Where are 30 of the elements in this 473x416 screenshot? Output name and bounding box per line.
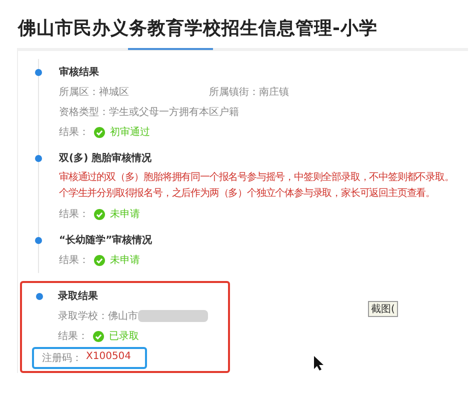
timeline-dot-icon — [35, 69, 42, 76]
result-label: 结果： — [59, 254, 89, 267]
field-text: 所属镇街：南庄镇 — [209, 86, 290, 99]
tooltip: 截图( — [368, 301, 398, 317]
check-icon — [93, 330, 104, 342]
result-label: 结果： — [58, 330, 88, 343]
result-status: 未申请 — [110, 254, 140, 267]
timeline-dot-icon — [35, 237, 42, 244]
check-icon — [94, 208, 105, 220]
result-status: 未申请 — [110, 208, 140, 221]
section-title: 双(多) 胞胎审核情况 — [59, 151, 153, 165]
section-title: “长幼随学”审核情况 — [59, 233, 154, 247]
result-status: 初审通过 — [110, 126, 150, 139]
check-icon — [94, 126, 105, 138]
page-title: 佛山市民办义务教育学校招生信息管理-小学 — [16, 17, 378, 40]
field-text: 录取学校：佛山市 — [58, 310, 138, 323]
registration-code: 注册码： X100504 — [32, 347, 148, 369]
result-label: 结果： — [59, 208, 89, 221]
section-title: 审核结果 — [59, 65, 100, 79]
cursor-icon — [313, 355, 325, 371]
timeline-dot-icon — [36, 293, 43, 300]
field-text: 所属区：禅城区 — [59, 86, 130, 99]
notice-text: 个学生并分别取得报名号，之后作为两（多）个独立个体参与录取，家长可返回主页查看。 — [59, 187, 436, 201]
field-text: 资格类型：学生或父母一方拥有本区户籍 — [59, 106, 239, 119]
timeline-dot-icon — [35, 155, 42, 162]
section-title: 录取结果 — [58, 290, 99, 303]
notice-text: 审核通过的双（多）胞胎将拥有同一个报名号参与摇号，中签则全部录取，不中签则都不录取。 — [59, 171, 454, 185]
result-label: 结果： — [59, 126, 89, 139]
result-status: 已录取 — [109, 330, 139, 343]
check-icon — [94, 254, 105, 266]
